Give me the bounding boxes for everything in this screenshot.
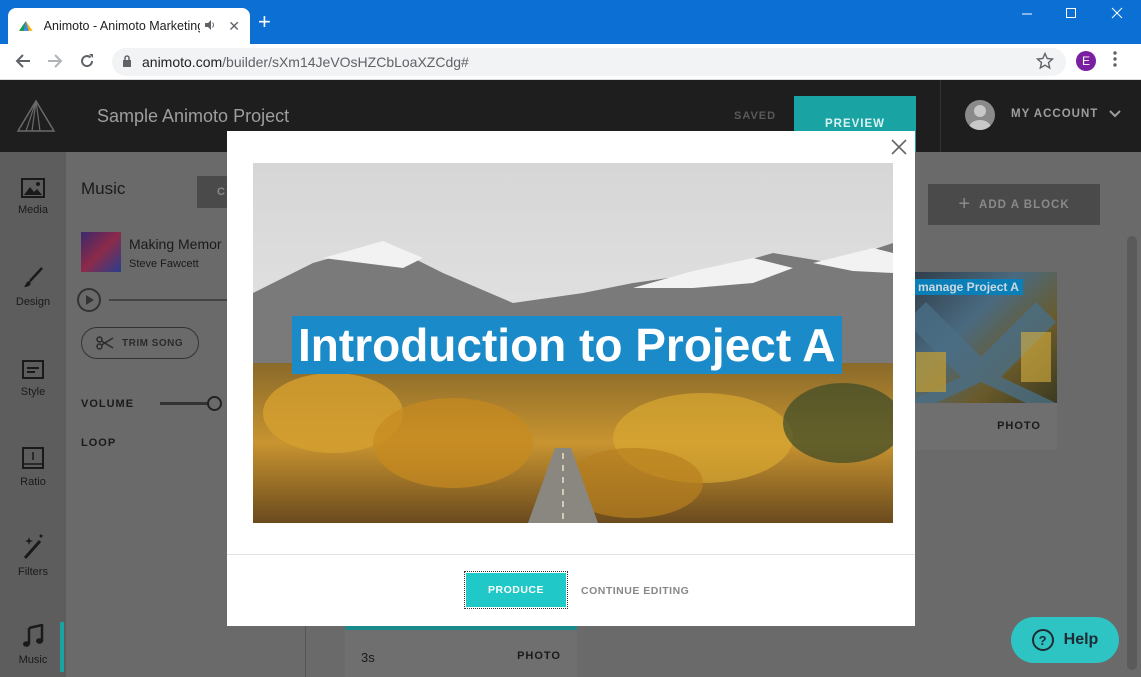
url-host: animoto.com (142, 54, 223, 70)
scissors-icon (96, 336, 114, 350)
block-card[interactable]: manage Project A PHOTO (906, 272, 1057, 450)
plus-icon: + (958, 193, 972, 215)
block-type-label: PHOTO (997, 420, 1041, 432)
block-card-bottom[interactable]: 3s PHOTO (345, 626, 577, 677)
music-note-icon (23, 624, 44, 647)
preview-modal: Introduction to Project A PRODUCE CONTIN… (227, 131, 915, 626)
help-button[interactable]: ? Help (1011, 617, 1119, 663)
rail-label: Design (15, 296, 51, 308)
continue-editing-link[interactable]: CONTINUE EDITING (581, 585, 689, 597)
animoto-favicon-icon (18, 21, 33, 31)
chevron-down-icon (1108, 110, 1121, 118)
rail-item-design[interactable]: Design (0, 266, 66, 308)
block-type-label: PHOTO (517, 650, 561, 662)
forward-icon[interactable] (46, 52, 64, 75)
rail-label: Style (20, 386, 46, 398)
browser-menu-icon[interactable] (1112, 50, 1118, 71)
loop-label: LOOP (81, 437, 117, 449)
user-avatar[interactable] (965, 100, 995, 130)
play-icon[interactable] (77, 288, 101, 312)
rail-item-filters[interactable]: Filters (0, 534, 66, 578)
rail-label: Music (18, 654, 48, 666)
music-panel-title: Music (81, 179, 126, 198)
lock-icon (122, 54, 132, 70)
back-icon[interactable] (14, 52, 32, 75)
rail-label: Media (18, 204, 48, 216)
help-label: Help (1063, 631, 1099, 648)
project-title[interactable]: Sample Animoto Project (97, 106, 289, 127)
minimize-icon[interactable] (1012, 6, 1042, 22)
new-tab-icon[interactable]: + (258, 11, 271, 33)
browser-titlebar: Animoto - Animoto Marketing ✕ + (0, 0, 1141, 44)
image-icon (21, 178, 45, 198)
address-bar[interactable]: animoto.com/builder/sXm14JeVOsHZCbLoaXZC… (112, 48, 1066, 76)
rail-item-media[interactable]: Media (0, 178, 66, 216)
block-thumbnail-caption: manage Project A (914, 279, 1023, 295)
add-block-label: ADD A BLOCK (979, 198, 1070, 211)
rail-item-ratio[interactable]: Ratio (0, 446, 66, 488)
my-account-label: MY ACCOUNT (1011, 108, 1099, 120)
my-account-menu[interactable]: MY ACCOUNT (1011, 108, 1121, 120)
browser-toolbar: animoto.com/builder/sXm14JeVOsHZCbLoaXZC… (0, 44, 1141, 80)
window-close-icon[interactable] (1102, 6, 1132, 22)
storyboard-scrollbar[interactable] (1127, 236, 1137, 670)
trim-song-label: TRIM SONG (122, 337, 184, 349)
url-path: /builder/sXm14JeVOsHZCbLoaXZCdg# (222, 54, 469, 70)
modal-divider (227, 554, 915, 555)
animoto-logo-icon[interactable] (0, 80, 72, 152)
maximize-icon[interactable] (1056, 6, 1086, 22)
saved-status: SAVED (734, 110, 777, 122)
reload-icon[interactable] (78, 52, 96, 75)
question-icon: ? (1031, 629, 1054, 651)
volume-slider-handle[interactable] (207, 396, 222, 411)
bookmark-star-icon[interactable] (1035, 51, 1055, 75)
trim-song-button[interactable]: TRIM SONG (81, 327, 199, 359)
rail-active-indicator (60, 622, 64, 672)
preview-image: Introduction to Project A (253, 163, 893, 523)
block-thumbnail: manage Project A (906, 272, 1057, 403)
speaker-icon[interactable] (204, 19, 216, 34)
browser-tab[interactable]: Animoto - Animoto Marketing ✕ (8, 8, 250, 44)
header-divider (940, 80, 941, 152)
rail-item-style[interactable]: Style (0, 358, 66, 398)
ratio-icon (22, 447, 44, 469)
rail-item-music[interactable]: Music (0, 624, 66, 666)
modal-close-icon[interactable] (891, 137, 907, 159)
song-progress-bar[interactable] (109, 299, 229, 301)
album-art (81, 232, 121, 272)
left-rail: Media Design Style Ratio Filters Music (0, 152, 66, 677)
profile-avatar[interactable]: E (1076, 51, 1096, 71)
preview-caption: Introduction to Project A (292, 316, 842, 374)
block-duration: 3s (361, 650, 375, 665)
add-block-button[interactable]: + ADD A BLOCK (928, 184, 1100, 225)
rail-label: Ratio (20, 476, 46, 488)
tab-title: Animoto - Animoto Marketing (43, 19, 201, 33)
produce-button[interactable]: PRODUCE (464, 571, 568, 609)
tab-close-icon[interactable]: ✕ (228, 19, 240, 33)
brush-icon (24, 267, 43, 287)
song-artist: Steve Fawcett (129, 258, 199, 270)
magic-wand-icon (23, 534, 43, 559)
song-name: Making Memor (129, 236, 222, 252)
volume-label: VOLUME (81, 398, 135, 410)
rail-label: Filters (18, 566, 48, 578)
style-icon (22, 360, 44, 379)
